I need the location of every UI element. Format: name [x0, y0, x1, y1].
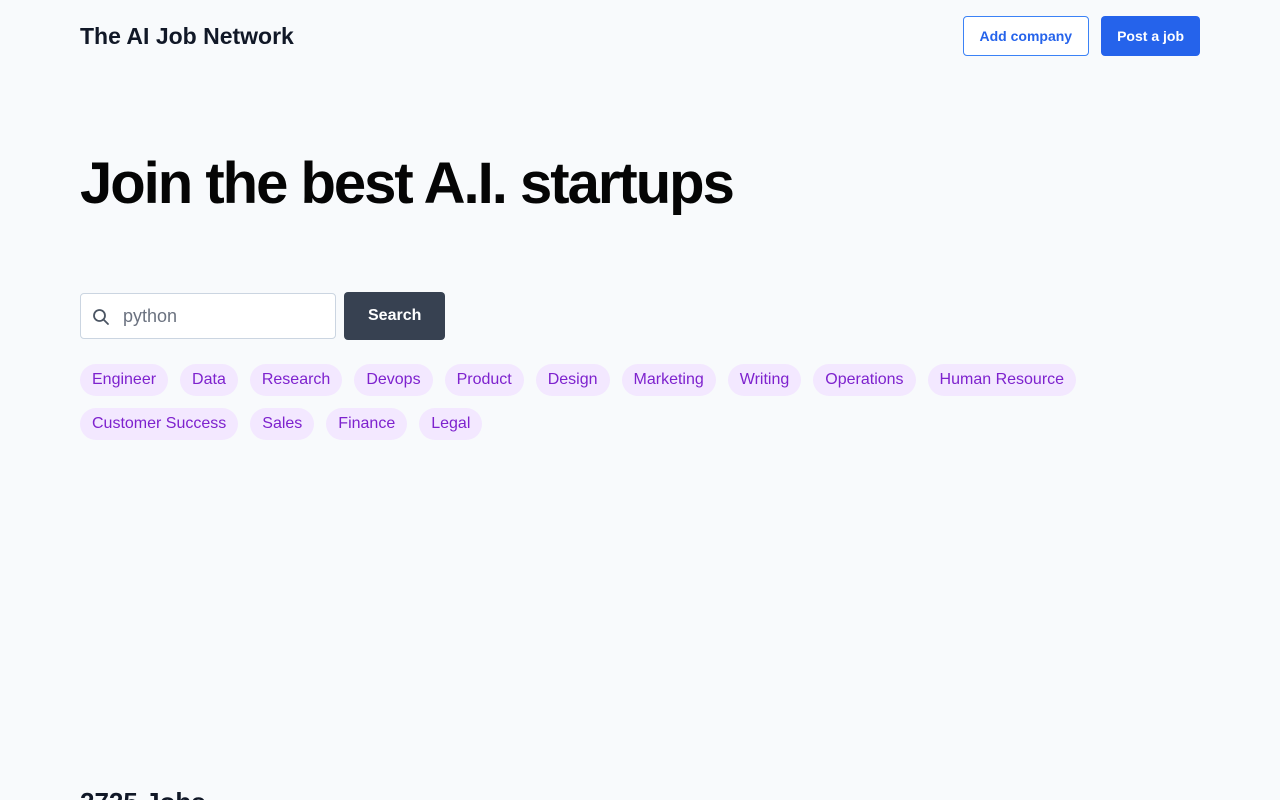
tag-engineer[interactable]: Engineer [80, 364, 169, 396]
add-company-button[interactable]: Add company [962, 16, 1090, 56]
header: The AI Job Network Add company Post a jo… [80, 16, 1200, 56]
search-row: Search [80, 292, 446, 340]
tag-finance[interactable]: Finance [326, 408, 408, 440]
tag-product[interactable]: Product [444, 364, 524, 396]
site-brand[interactable]: The AI Job Network [80, 23, 294, 50]
tag-devops[interactable]: Devops [354, 364, 433, 396]
search-box[interactable] [80, 293, 336, 339]
page: The AI Job Network Add company Post a jo… [0, 0, 1280, 800]
search-input[interactable] [121, 304, 325, 328]
tag-research[interactable]: Research [249, 364, 343, 396]
tag-human-resource[interactable]: Human Resource [927, 364, 1077, 396]
search-icon [93, 309, 109, 325]
tag-legal[interactable]: Legal [419, 408, 483, 440]
hero-title: Join the best A.I. startups [80, 151, 735, 216]
tag-operations[interactable]: Operations [813, 364, 916, 396]
tag-writing[interactable]: Writing [727, 364, 802, 396]
tag-sales[interactable]: Sales [250, 408, 315, 440]
tag-design[interactable]: Design [535, 364, 610, 396]
tag-marketing[interactable]: Marketing [621, 364, 716, 396]
category-tags: Engineer Data Research Devops Product De… [80, 364, 1120, 440]
jobs-count-heading: 2725 Jobs [80, 786, 206, 800]
post-job-button[interactable]: Post a job [1101, 16, 1200, 56]
tag-data[interactable]: Data [180, 364, 238, 396]
tag-customer-success[interactable]: Customer Success [80, 408, 239, 440]
header-actions: Add company Post a job [962, 16, 1200, 56]
search-button[interactable]: Search [344, 292, 446, 340]
